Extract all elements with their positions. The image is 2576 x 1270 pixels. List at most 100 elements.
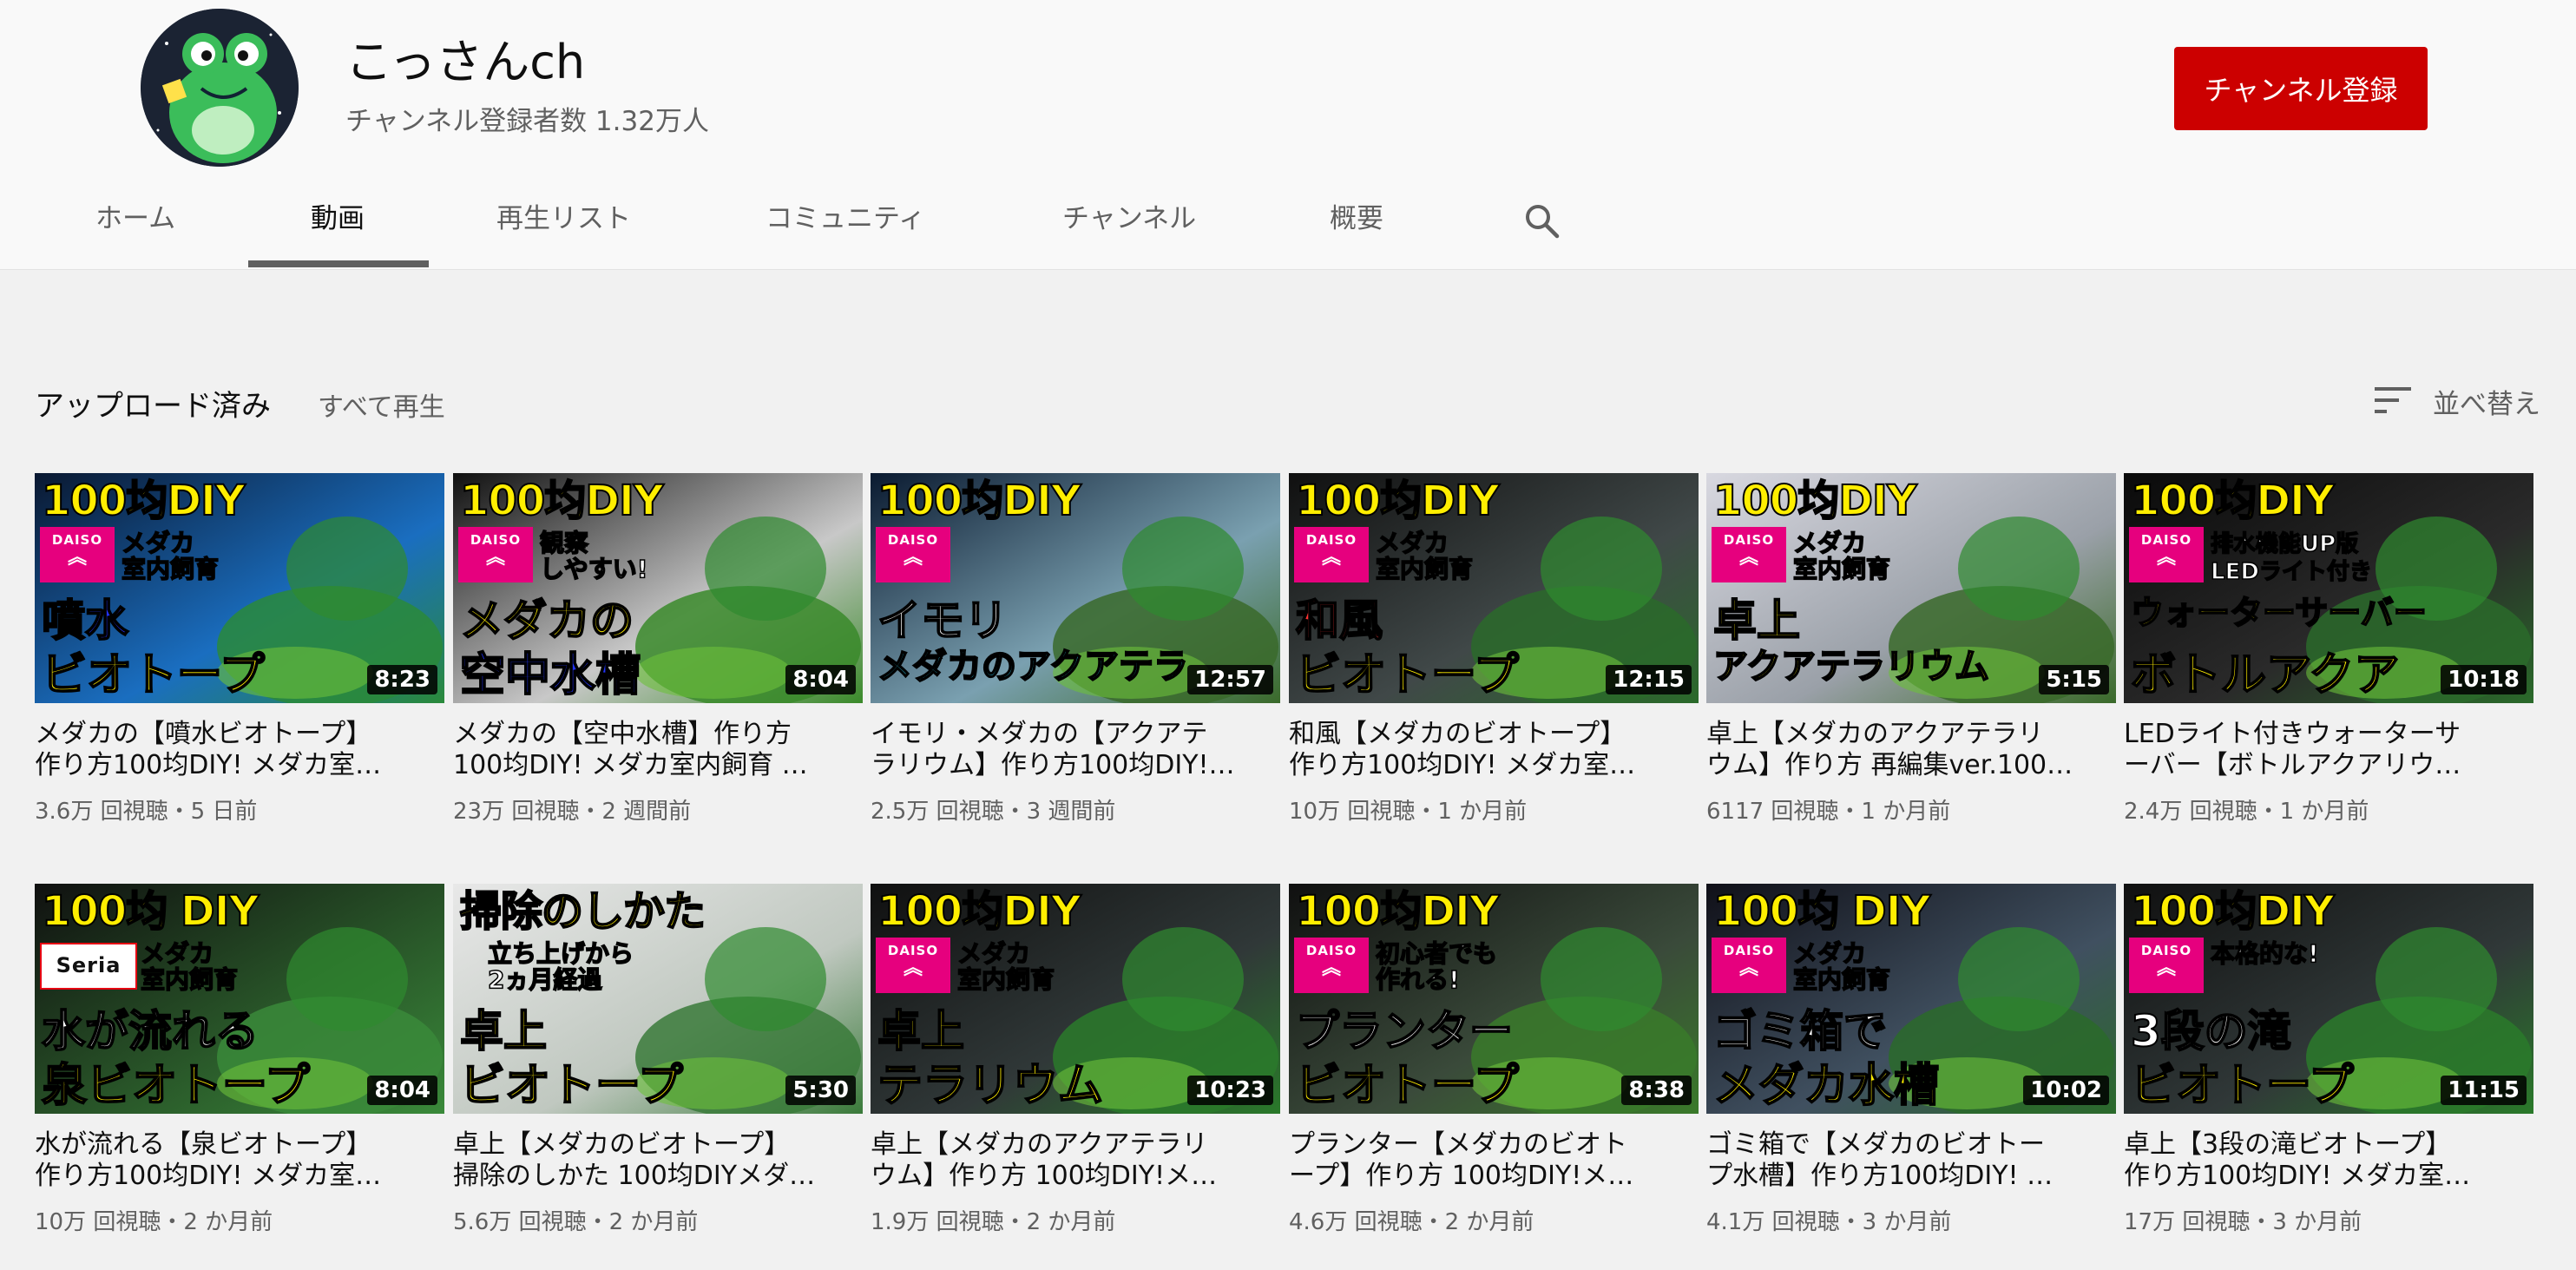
video-title-line: 水が流れる【泉ビオトープ】 xyxy=(35,1129,372,1160)
video-title[interactable]: ゴミ箱で【メダカのビオトー プ水槽】作り方100均DIY! … xyxy=(1706,1129,2116,1192)
brand-logo: DAISO ︽ xyxy=(1294,527,1369,582)
subscribe-button[interactable]: チャンネル登録 xyxy=(2174,47,2428,130)
video-thumbnail[interactable]: 掃除のしかた 立ち上げから 2ヵ月経過 卓上 ビオトープ 5:30 xyxy=(453,884,863,1114)
video-card[interactable]: 100均DIY DAISO ︽ 排水機能UP版 LEDライト付き ウォーターサーバー ボトル… xyxy=(2124,473,2533,826)
thumbnail-headline: 掃除のしかた xyxy=(459,886,706,937)
video-duration: 8:04 xyxy=(367,1076,437,1105)
channel-avatar[interactable] xyxy=(141,9,299,167)
video-thumbnail[interactable]: 100均DIY DAISO ︽ メダカ 室内飼育 和風 ビオトープ 12:15 xyxy=(1289,473,1699,703)
video-title[interactable]: 和風【メダカのビオトープ】 作り方100均DIY! メダカ室… xyxy=(1289,719,1699,781)
video-card[interactable]: 100均 DIY DAISO ︽ メダカ 室内飼育 ゴミ箱で メダカ水槽 10:02 ゴミ箱で【… xyxy=(1706,884,2116,1236)
thumbnail-title-line2: ビオトープ xyxy=(1295,1059,1520,1113)
thumbnail-title-line2: メダカのアクアテラ xyxy=(877,646,1189,688)
tab-playlists[interactable]: 再生リスト xyxy=(496,196,631,235)
video-thumbnail[interactable]: 100均 DIY Seria メダカ 室内飼育 水が流れる 泉ビオトープ 8:04 xyxy=(35,884,444,1114)
video-thumbnail[interactable]: 100均DIY DAISO ︽ 本格的な! 3段の滝 ビオトープ 11:15 xyxy=(2124,884,2533,1114)
thumbnail-caption: 初心者でも 作れる! xyxy=(1375,939,1498,994)
brand-logo: DAISO ︽ xyxy=(1712,938,1786,993)
video-card[interactable]: 掃除のしかた 立ち上げから 2ヵ月経過 卓上 ビオトープ 5:30 卓上【メダカのビオトープ… xyxy=(453,884,863,1236)
video-title[interactable]: メダカの【空中水槽】作り方 100均DIY! メダカ室内飼育 … xyxy=(453,719,863,781)
video-duration: 8:23 xyxy=(367,665,437,694)
video-title[interactable]: メダカの【噴水ビオトープ】 作り方100均DIY! メダカ室… xyxy=(35,719,444,781)
video-title-line: ウム】作り方 再編集ver.100… xyxy=(1706,750,2073,780)
video-meta: 10万 回視聴・1 か月前 xyxy=(1289,799,1528,825)
thumbnail-caption: メダカ 室内飼育 xyxy=(140,939,239,994)
video-thumbnail[interactable]: 100均DIY DAISO ︽ メダカ 室内飼育 卓上 テラリウム 10:23 xyxy=(871,884,1280,1114)
video-card[interactable]: 100均DIY DAISO ︽ イモリ メダカのアクアテラ 12:57 イモリ・メダカの【ア… xyxy=(871,473,1280,826)
video-thumbnail[interactable]: 100均 DIY DAISO ︽ メダカ 室内飼育 ゴミ箱で メダカ水槽 10:02 xyxy=(1706,884,2116,1114)
video-title[interactable]: LEDライト付きウォーターサ ーバー【ボトルアクアリウ… xyxy=(2124,719,2533,781)
thumbnail-headline: 100均DIY xyxy=(877,886,1082,937)
thumbnail-title-line2: アクアテラリウム xyxy=(1712,646,1990,688)
video-title[interactable]: 卓上【メダカのアクアテラリ ウム】作り方 100均DIY!メ… xyxy=(871,1129,1280,1192)
video-title[interactable]: プランター【メダカのビオト ープ】作り方 100均DIY!メ… xyxy=(1289,1129,1699,1192)
video-meta: 2.4万 回視聴・1 か月前 xyxy=(2124,799,2369,825)
brand-logo: DAISO ︽ xyxy=(2129,938,2204,993)
thumbnail-headline: 100均DIY xyxy=(2130,886,2336,937)
brand-logo: DAISO ︽ xyxy=(458,527,533,582)
video-card[interactable]: 100均 DIY Seria メダカ 室内飼育 水が流れる 泉ビオトープ 8:04 水が流れる… xyxy=(35,884,444,1236)
video-card[interactable]: 100均DIY DAISO ︽ メダカ 室内飼育 卓上 アクアテラリウム 5:15 卓上【メダカ… xyxy=(1706,473,2116,826)
sort-button[interactable]: 並べ替え xyxy=(2433,382,2540,421)
video-card[interactable]: 100均DIY DAISO ︽ 本格的な! 3段の滝 ビオトープ 11:15 卓上【3段の滝ビ… xyxy=(2124,884,2533,1236)
brand-logo: DAISO ︽ xyxy=(1294,938,1369,993)
video-thumbnail[interactable]: 100均DIY DAISO ︽ 観察 しやすい! メダカの 空中水槽 8:04 xyxy=(453,473,863,703)
frog-avatar-icon xyxy=(141,9,299,167)
thumbnail-caption: 排水機能UP版 LEDライト付き xyxy=(2210,530,2372,586)
video-duration: 10:02 xyxy=(2023,1076,2109,1105)
video-meta: 1.9万 回視聴・2 か月前 xyxy=(871,1209,1116,1235)
video-duration: 11:15 xyxy=(2441,1076,2527,1105)
thumbnail-title-line2: 空中水槽 xyxy=(459,648,641,702)
video-meta: 10万 回視聴・2 か月前 xyxy=(35,1209,273,1235)
tab-about[interactable]: 概要 xyxy=(1330,196,1383,235)
tab-community[interactable]: コミュニティ xyxy=(766,196,925,235)
thumbnail-title-line2: テラリウム xyxy=(877,1059,1104,1113)
tab-home[interactable]: ホーム xyxy=(95,196,175,235)
channel-name: こっさんch xyxy=(345,35,586,89)
search-icon[interactable] xyxy=(1522,201,1561,240)
video-title-line: 卓上【メダカのアクアテラリ xyxy=(1706,719,2044,749)
video-card[interactable]: 100均DIY DAISO ︽ メダカ 室内飼育 和風 ビオトープ 12:15 和風【メダカのビ… xyxy=(1289,473,1699,826)
video-title-line: プ水槽】作り方100均DIY! … xyxy=(1706,1161,2054,1191)
video-card[interactable]: 100均DIY DAISO ︽ 初心者でも 作れる! プランター ビオトープ 8:38 プランタ… xyxy=(1289,884,1699,1236)
video-title-line: イモリ・メダカの【アクアテ xyxy=(871,719,1208,749)
video-title-line: ーバー【ボトルアクアリウ… xyxy=(2124,750,2461,780)
brand-logo: DAISO ︽ xyxy=(40,527,115,582)
video-thumbnail[interactable]: 100均DIY DAISO ︽ 初心者でも 作れる! プランター ビオトープ 8:38 xyxy=(1289,884,1699,1114)
sort-icon[interactable] xyxy=(2375,385,2411,415)
video-thumbnail[interactable]: 100均DIY DAISO ︽ メダカ 室内飼育 噴水 ビオトープ 8:23 xyxy=(35,473,444,703)
tab-channels[interactable]: チャンネル xyxy=(1062,196,1196,235)
play-all-link[interactable]: すべて再生 xyxy=(318,385,445,424)
video-duration: 5:30 xyxy=(785,1076,856,1105)
video-meta: 23万 回視聴・2 週間前 xyxy=(453,799,692,825)
tab-videos[interactable]: 動画 xyxy=(311,196,365,235)
video-title[interactable]: 卓上【メダカのアクアテラリ ウム】作り方 再編集ver.100… xyxy=(1706,719,2116,781)
video-title-line: 作り方100均DIY! メダカ室… xyxy=(2124,1161,2471,1191)
video-thumbnail[interactable]: 100均DIY DAISO ︽ 排水機能UP版 LEDライト付き ウォーターサーバー ボトル… xyxy=(2124,473,2533,703)
video-title[interactable]: イモリ・メダカの【アクアテ ラリウム】作り方100均DIY!… xyxy=(871,719,1280,781)
thumbnail-caption: 立ち上げから 2ヵ月経過 xyxy=(487,939,634,994)
video-thumbnail[interactable]: 100均DIY DAISO ︽ イモリ メダカのアクアテラ 12:57 xyxy=(871,473,1280,703)
brand-logo: DAISO ︽ xyxy=(1712,527,1786,582)
thumbnail-headline: 100均DIY xyxy=(1295,886,1501,937)
video-card[interactable]: 100均DIY DAISO ︽ メダカ 室内飼育 噴水 ビオトープ 8:23 メダカの【噴水ビオ… xyxy=(35,473,444,826)
thumbnail-title-line2: メダカ水槽 xyxy=(1712,1059,1940,1113)
thumbnail-title-line2: ビオトープ xyxy=(41,648,266,702)
video-card[interactable]: 100均DIY DAISO ︽ 観察 しやすい! メダカの 空中水槽 8:04 メダカの【空中水… xyxy=(453,473,863,826)
video-meta: 4.6万 回視聴・2 か月前 xyxy=(1289,1209,1534,1235)
video-duration: 8:38 xyxy=(1621,1076,1692,1105)
thumbnail-caption: 本格的な! xyxy=(2210,939,2319,968)
video-title[interactable]: 卓上【メダカのビオトープ】 掃除のしかた 100均DIYメダ… xyxy=(453,1129,863,1192)
thumbnail-title-line2: 泉ビオトープ xyxy=(41,1059,311,1113)
video-title[interactable]: 卓上【3段の滝ビオトープ】 作り方100均DIY! メダカ室… xyxy=(2124,1129,2533,1192)
video-meta: 17万 回視聴・3 か月前 xyxy=(2124,1209,2362,1235)
thumbnail-caption: メダカ 室内飼育 xyxy=(1792,939,1891,994)
thumbnail-caption: メダカ 室内飼育 xyxy=(956,939,1055,994)
video-card[interactable]: 100均DIY DAISO ︽ メダカ 室内飼育 卓上 テラリウム 10:23 卓上【メダカのア… xyxy=(871,884,1280,1236)
active-tab-indicator xyxy=(248,260,429,267)
video-duration: 12:57 xyxy=(1187,665,1273,694)
video-title-line: 卓上【メダカのビオトープ】 xyxy=(453,1129,791,1160)
thumbnail-caption: 観察 しやすい! xyxy=(539,529,648,583)
video-title[interactable]: 水が流れる【泉ビオトープ】 作り方100均DIY! メダカ室… xyxy=(35,1129,444,1192)
video-thumbnail[interactable]: 100均DIY DAISO ︽ メダカ 室内飼育 卓上 アクアテラリウム 5:15 xyxy=(1706,473,2116,703)
